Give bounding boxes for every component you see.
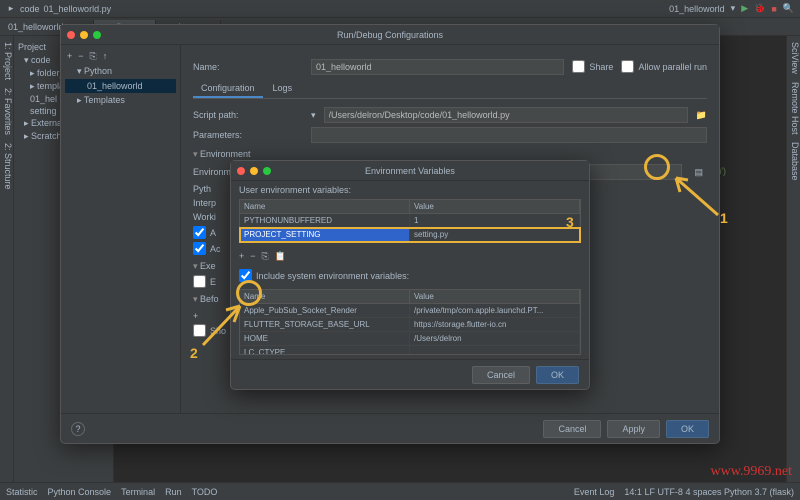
minimize-icon[interactable] bbox=[80, 31, 88, 39]
parallel-checkbox[interactable] bbox=[621, 60, 634, 73]
env-row-editing[interactable]: PROJECT_SETTINGsetting.py bbox=[240, 228, 580, 242]
name-label: Name: bbox=[193, 62, 303, 72]
dialog-titlebar: Run/Debug Configurations bbox=[61, 25, 719, 45]
watermark: www.9969.net bbox=[710, 464, 792, 480]
copy-icon[interactable]: ⎘ bbox=[90, 51, 97, 62]
close-window-icon[interactable] bbox=[237, 167, 245, 175]
env-variables-dialog: Environment Variables User environment v… bbox=[230, 160, 590, 390]
cfg-helloworld[interactable]: 01_helloworld bbox=[65, 79, 176, 93]
project-name: code bbox=[20, 4, 40, 14]
help-icon[interactable]: ? bbox=[71, 422, 85, 436]
cfg-templates[interactable]: ▸ Templates bbox=[65, 93, 176, 108]
include-sys-checkbox[interactable] bbox=[239, 269, 252, 282]
status-info: 14:1 LF UTF-8 4 spaces Python 3.7 (flask… bbox=[624, 487, 794, 497]
browse-icon[interactable]: 📁 bbox=[696, 110, 707, 121]
sys-row: LC_CTYPE bbox=[240, 346, 580, 355]
top-toolbar: ▸ code 01_helloworld.py 01_helloworld ▾ … bbox=[0, 0, 800, 18]
status-item[interactable]: Terminal bbox=[121, 487, 155, 497]
breadcrumb-file: 01_helloworld.py bbox=[44, 4, 112, 14]
sys-row: HOME/Users/delron bbox=[240, 332, 580, 346]
right-tool-stripe[interactable]: SciViewRemote HostDatabase bbox=[786, 36, 800, 482]
cfg-python[interactable]: ▾ Python bbox=[65, 64, 176, 79]
sys-env-table[interactable]: NameValue Apple_PubSub_Socket_Render/pri… bbox=[239, 289, 581, 355]
paste-env-icon[interactable]: 📋 bbox=[275, 251, 286, 262]
cancel-button[interactable]: Cancel bbox=[543, 420, 601, 438]
remove-icon[interactable]: − bbox=[78, 51, 83, 62]
env-section: ▾ Environment bbox=[193, 149, 707, 160]
zoom-icon[interactable] bbox=[93, 31, 101, 39]
left-tool-stripe[interactable]: 1: Project2: Favorites2: Structure bbox=[0, 36, 14, 482]
env-cancel-button[interactable]: Cancel bbox=[472, 366, 530, 384]
env-dialog-titlebar: Environment Variables bbox=[231, 161, 589, 181]
debug-icon[interactable]: 🐞 bbox=[754, 3, 765, 14]
status-bar: Statistic Python Console Terminal Run TO… bbox=[0, 482, 800, 500]
browse-env-icon[interactable]: ▤ bbox=[690, 167, 707, 178]
event-log[interactable]: Event Log bbox=[574, 487, 615, 497]
project-header: Project bbox=[18, 42, 46, 52]
close-window-icon[interactable] bbox=[67, 31, 75, 39]
folder-icon: ▸ bbox=[6, 4, 16, 14]
env-ok-button[interactable]: OK bbox=[536, 366, 579, 384]
config-tabs: Configuration Logs bbox=[193, 80, 707, 99]
status-item[interactable]: Run bbox=[165, 487, 182, 497]
up-icon[interactable]: ↑ bbox=[103, 51, 108, 62]
search-icon[interactable]: 🔍 bbox=[783, 3, 794, 14]
script-label: Script path: bbox=[193, 110, 303, 120]
user-env-label: User environment variables: bbox=[231, 181, 589, 195]
add-env-icon[interactable]: + bbox=[239, 251, 244, 262]
user-env-table[interactable]: NameValue PYTHONUNBUFFERED1 PROJECT_SETT… bbox=[239, 199, 581, 243]
params-label: Parameters: bbox=[193, 130, 303, 140]
chevron-down-icon[interactable]: ▾ bbox=[731, 3, 736, 14]
chk-e[interactable] bbox=[193, 275, 206, 288]
sys-row: FLUTTER_STORAGE_BASE_URLhttps://storage.… bbox=[240, 318, 580, 332]
chevron-down-icon[interactable]: ▾ bbox=[311, 110, 316, 121]
status-item[interactable]: Python Console bbox=[48, 487, 112, 497]
share-checkbox[interactable] bbox=[572, 60, 585, 73]
config-tree: +−⎘ ↑ ▾ Python 01_helloworld ▸ Templates bbox=[61, 45, 181, 413]
tab-logs[interactable]: Logs bbox=[265, 80, 301, 98]
run-icon[interactable]: ▶ bbox=[741, 3, 748, 14]
ok-button[interactable]: OK bbox=[666, 420, 709, 438]
dialog-title: Run/Debug Configurations bbox=[337, 30, 443, 40]
copy-env-icon[interactable]: ⎘ bbox=[262, 251, 269, 262]
apply-button[interactable]: Apply bbox=[607, 420, 660, 438]
tab-configuration[interactable]: Configuration bbox=[193, 80, 263, 98]
minimize-icon[interactable] bbox=[250, 167, 258, 175]
zoom-icon[interactable] bbox=[263, 167, 271, 175]
chk-a2[interactable] bbox=[193, 242, 206, 255]
status-item[interactable]: Statistic bbox=[6, 487, 38, 497]
remove-env-icon[interactable]: − bbox=[250, 251, 255, 262]
show-checkbox[interactable] bbox=[193, 324, 206, 337]
script-path-input[interactable] bbox=[324, 107, 688, 123]
chk-a1[interactable] bbox=[193, 226, 206, 239]
env-row[interactable]: PYTHONUNBUFFERED1 bbox=[240, 214, 580, 228]
stop-icon[interactable]: ■ bbox=[771, 4, 776, 14]
add-icon[interactable]: + bbox=[67, 51, 72, 62]
params-input[interactable] bbox=[311, 127, 707, 143]
env-dialog-title: Environment Variables bbox=[365, 166, 455, 176]
status-item[interactable]: TODO bbox=[192, 487, 218, 497]
name-input[interactable] bbox=[311, 59, 564, 75]
run-config-selector[interactable]: 01_helloworld bbox=[669, 4, 725, 14]
sys-row: Apple_PubSub_Socket_Render/private/tmp/c… bbox=[240, 304, 580, 318]
